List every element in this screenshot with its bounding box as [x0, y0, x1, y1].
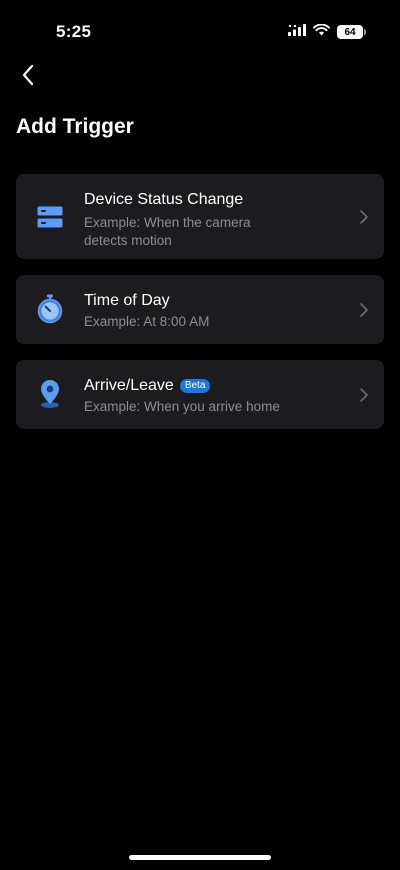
- trigger-arrive-leave[interactable]: Arrive/Leave Beta Example: When you arri…: [16, 360, 384, 429]
- device-status-icon: [36, 203, 64, 231]
- trigger-subtitle: Example: At 8:00 AM: [84, 314, 210, 329]
- battery-level: 64: [344, 26, 356, 38]
- trigger-subtitle: Example: When you arrive home: [84, 399, 280, 414]
- trigger-title: Device Status Change: [84, 191, 244, 208]
- trigger-title-row: Arrive/Leave Beta: [84, 376, 340, 396]
- location-pin-icon: [36, 380, 64, 408]
- cellular-signal-icon: [288, 23, 306, 41]
- status-indicators: 64: [288, 23, 366, 41]
- chevron-right-icon: [358, 302, 370, 318]
- trigger-title: Arrive/Leave: [84, 377, 174, 394]
- trigger-device-status-change[interactable]: Device Status Change Example: When the c…: [16, 174, 384, 259]
- status-time: 5:25: [56, 22, 92, 41]
- back-button[interactable]: [14, 62, 42, 92]
- trigger-subtitle: Example: When the camera detects motion: [84, 215, 251, 248]
- trigger-text: Device Status Change Example: When the c…: [84, 190, 340, 250]
- wifi-icon: [313, 23, 330, 41]
- trigger-text: Arrive/Leave Beta Example: When you arri…: [84, 376, 340, 416]
- chevron-right-icon: [358, 387, 370, 403]
- beta-badge: Beta: [179, 379, 211, 393]
- stopwatch-icon: [36, 294, 64, 324]
- page-title: Add Trigger: [16, 115, 134, 138]
- trigger-title: Time of Day: [84, 292, 170, 309]
- trigger-time-of-day[interactable]: Time of Day Example: At 8:00 AM: [16, 275, 384, 344]
- trigger-text: Time of Day Example: At 8:00 AM: [84, 291, 340, 331]
- chevron-left-icon: [21, 64, 35, 91]
- battery-icon: 64: [337, 25, 366, 39]
- home-indicator[interactable]: [129, 855, 271, 860]
- status-bar: 5:25 64: [0, 0, 400, 60]
- chevron-right-icon: [358, 209, 370, 225]
